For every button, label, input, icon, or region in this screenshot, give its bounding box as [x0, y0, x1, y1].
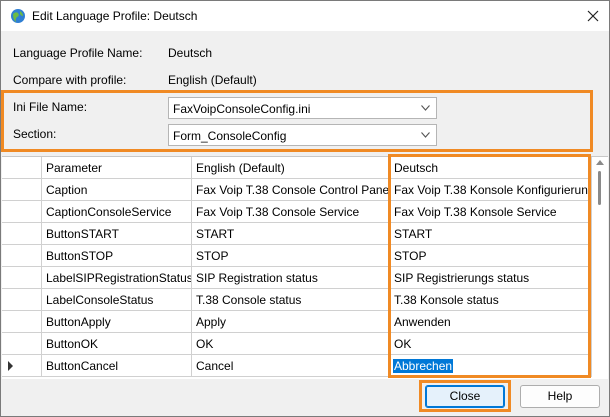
section-value: Form_ConsoleConfig: [173, 129, 287, 143]
ini-file-label: Ini File Name:: [13, 100, 88, 114]
section-label: Section:: [13, 127, 57, 141]
parameter-cell[interactable]: ButtonSTART: [42, 223, 192, 245]
parameter-cell[interactable]: LabelConsoleStatus: [42, 289, 192, 311]
row-header[interactable]: [2, 289, 42, 311]
globe-icon: [11, 9, 25, 23]
current-row-arrow-icon: [8, 361, 13, 371]
profile-name-value: Deutsch: [168, 46, 213, 60]
row-header[interactable]: [2, 201, 42, 223]
help-button[interactable]: Help: [520, 385, 600, 408]
parameter-cell[interactable]: LabelSIPRegistrationStatus: [42, 267, 192, 289]
row-header-current[interactable]: [2, 355, 42, 377]
english-cell[interactable]: START: [192, 223, 390, 245]
parameter-cell[interactable]: CaptionConsoleService: [42, 201, 192, 223]
chevron-down-icon: [421, 105, 430, 111]
english-cell[interactable]: OK: [192, 333, 390, 355]
vertical-scrollbar[interactable]: [592, 157, 608, 379]
parameter-cell[interactable]: ButtonSTOP: [42, 245, 192, 267]
english-cell[interactable]: Fax Voip T.38 Console Service: [192, 201, 390, 223]
close-icon[interactable]: [583, 6, 603, 26]
scroll-up-arrow-icon[interactable]: [596, 160, 604, 165]
close-button[interactable]: Close: [425, 385, 505, 408]
parameter-cell[interactable]: ButtonOK: [42, 333, 192, 355]
edit-language-profile-dialog: Edit Language Profile: Deutsch Language …: [0, 0, 610, 417]
row-header[interactable]: [2, 333, 42, 355]
row-header[interactable]: [2, 245, 42, 267]
section-combo[interactable]: Form_ConsoleConfig: [168, 124, 437, 146]
row-header[interactable]: [2, 223, 42, 245]
column-header-english[interactable]: English (Default): [192, 157, 390, 179]
compare-profile-value: English (Default): [168, 73, 257, 87]
english-cell[interactable]: T.38 Console status: [192, 289, 390, 311]
english-cell[interactable]: SIP Registration status: [192, 267, 390, 289]
deutsch-column-highlight: [388, 154, 591, 378]
english-cell[interactable]: Fax Voip T.38 Console Control Panel: [192, 179, 390, 201]
window-title: Edit Language Profile: Deutsch: [32, 9, 198, 23]
english-cell[interactable]: Cancel: [192, 355, 390, 377]
parameter-cell[interactable]: ButtonCancel: [42, 355, 192, 377]
title-bar[interactable]: Edit Language Profile: Deutsch: [1, 1, 609, 31]
english-cell[interactable]: Apply: [192, 311, 390, 333]
ini-file-combo[interactable]: FaxVoipConsoleConfig.ini: [168, 97, 437, 119]
ini-file-value: FaxVoipConsoleConfig.ini: [173, 102, 311, 116]
column-header-parameter[interactable]: Parameter: [42, 157, 192, 179]
scrollbar-thumb[interactable]: [598, 171, 601, 205]
parameter-cell[interactable]: ButtonApply: [42, 311, 192, 333]
row-header-corner: [2, 157, 42, 179]
english-cell[interactable]: STOP: [192, 245, 390, 267]
compare-profile-label: Compare with profile:: [13, 73, 127, 87]
row-header[interactable]: [2, 311, 42, 333]
chevron-down-icon: [421, 132, 430, 138]
row-header[interactable]: [2, 179, 42, 201]
parameter-cell[interactable]: Caption: [42, 179, 192, 201]
row-header[interactable]: [2, 267, 42, 289]
profile-name-label: Language Profile Name:: [13, 46, 143, 60]
